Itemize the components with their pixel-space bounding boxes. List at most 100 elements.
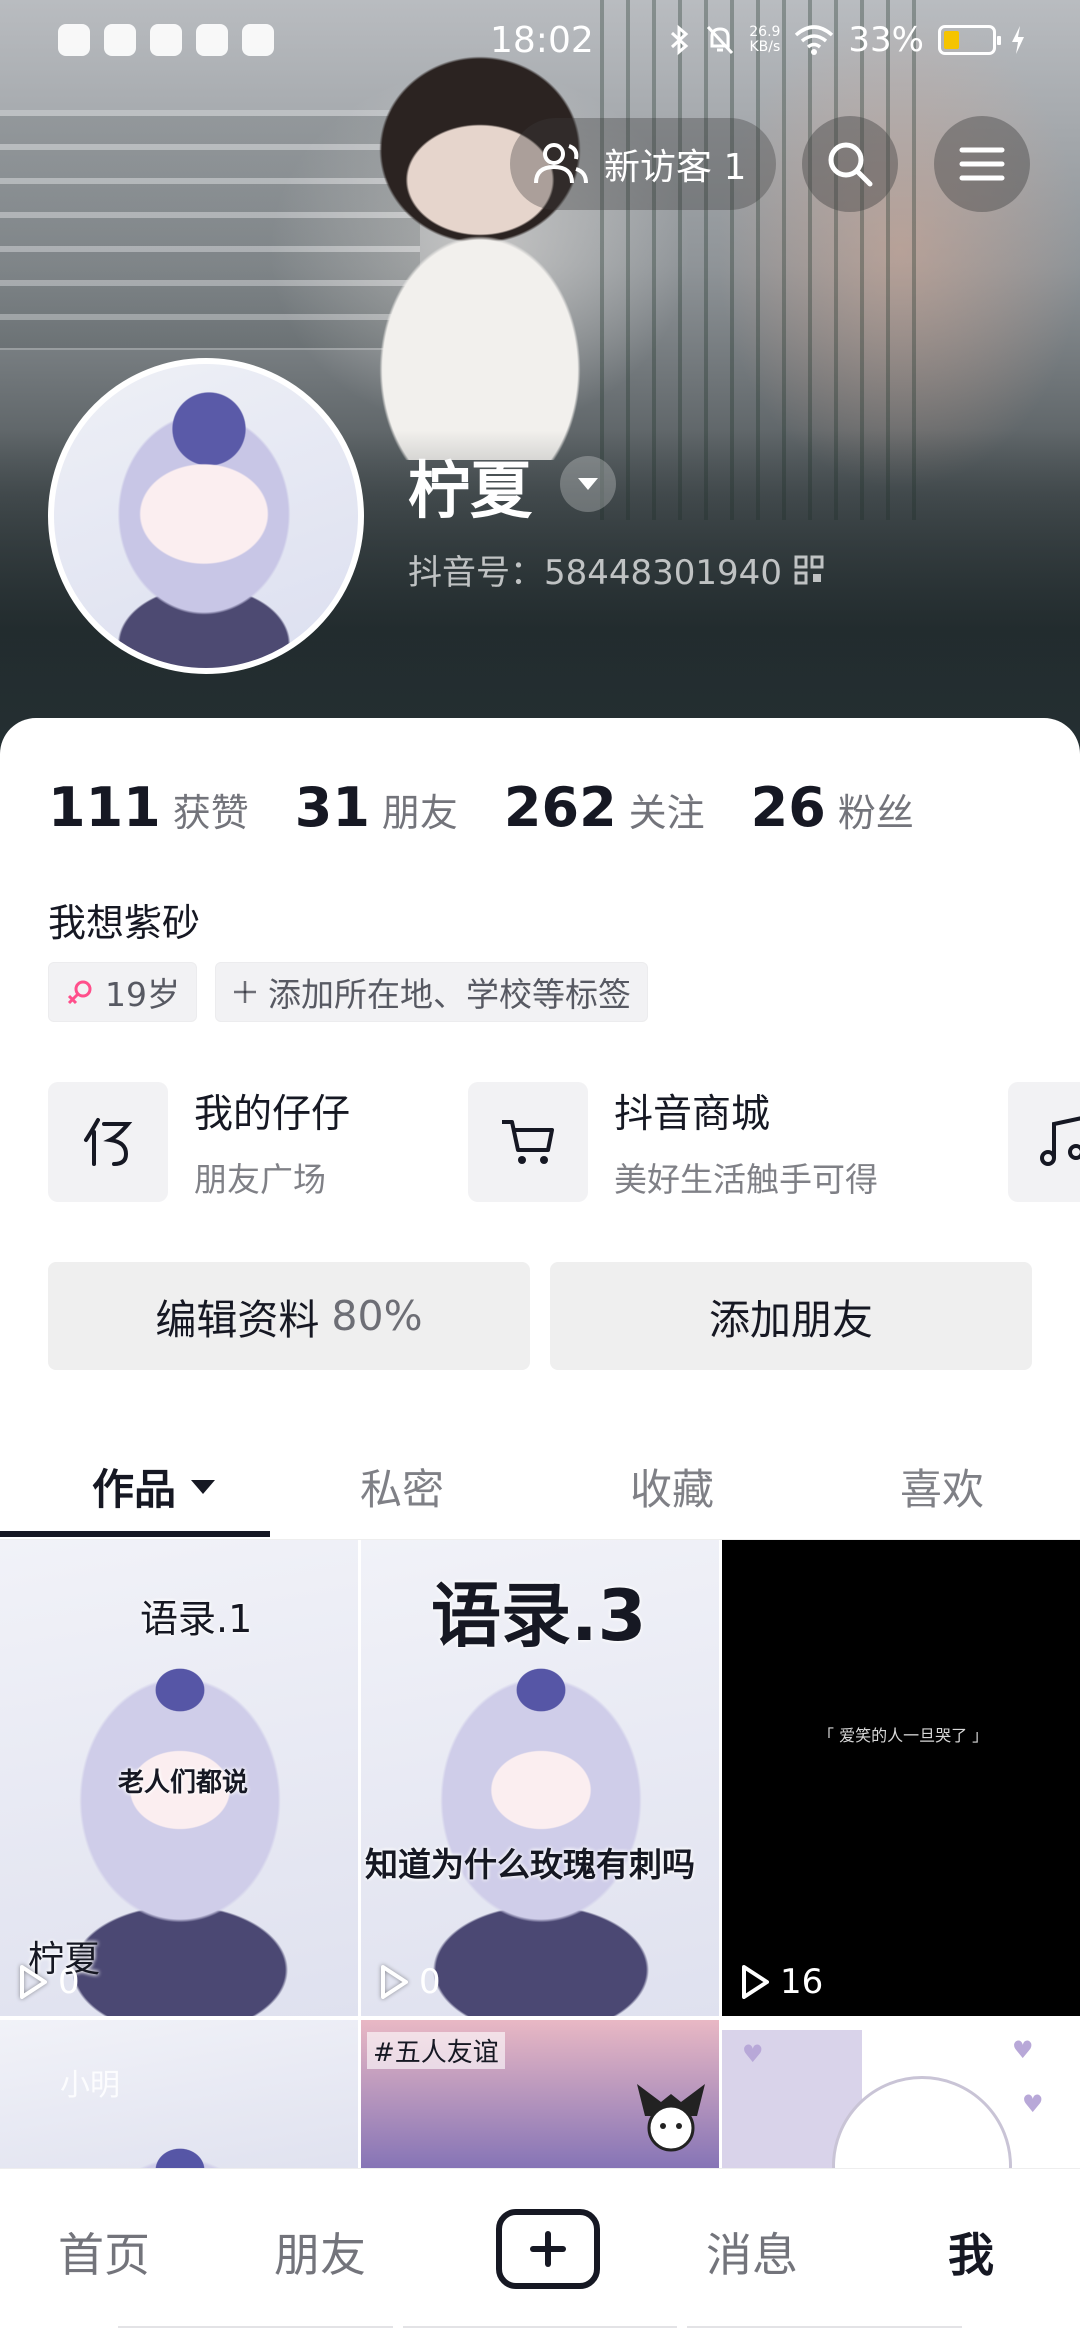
app-notification-icon bbox=[104, 24, 136, 56]
feature-mall-sub: 美好生活触手可得 bbox=[614, 1160, 878, 1199]
stat-likes-count: 111 bbox=[48, 776, 161, 839]
charging-bolt-icon bbox=[1012, 26, 1024, 54]
battery-icon bbox=[938, 25, 1001, 55]
compass-icon bbox=[150, 24, 182, 56]
video-caption: #五人友谊 bbox=[367, 2032, 505, 2069]
plus-icon bbox=[530, 2231, 566, 2267]
status-time: 18:02 bbox=[490, 20, 594, 61]
stat-following-count: 262 bbox=[503, 776, 617, 839]
add-friend-button[interactable]: 添加朋友 bbox=[550, 1262, 1032, 1370]
wifi-icon bbox=[795, 25, 834, 55]
feature-zaizai-sub: 朋友广场 bbox=[194, 1160, 326, 1199]
feature-zaizai-title: 我的仔仔 bbox=[194, 1092, 351, 1137]
stat-followers[interactable]: 26 粉丝 bbox=[751, 776, 914, 839]
feature-mall-title: 抖音商城 bbox=[614, 1092, 771, 1137]
music-note-icon bbox=[1040, 1116, 1080, 1166]
battery-percent: 33% bbox=[848, 20, 924, 60]
notification-icons bbox=[58, 24, 274, 56]
cart-icon bbox=[502, 1120, 554, 1164]
hamburger-menu-icon bbox=[959, 147, 1005, 181]
video-caption: 语录.3 bbox=[431, 1575, 647, 1657]
age-label: 19岁 bbox=[105, 975, 180, 1014]
music-icon-box bbox=[1008, 1082, 1080, 1202]
stat-followers-count: 26 bbox=[750, 776, 826, 839]
plus-icon bbox=[234, 981, 256, 1003]
tab-favorites[interactable]: 收藏 bbox=[630, 1456, 714, 1517]
account-switch-button[interactable] bbox=[560, 456, 616, 512]
new-visitors-button[interactable]: 新访客 1 bbox=[510, 118, 777, 210]
play-count: 0 bbox=[379, 1962, 441, 2002]
play-icon bbox=[381, 1965, 408, 1999]
douyin-id[interactable]: 抖音号：58448301940 bbox=[408, 545, 824, 594]
stats-row: 111 获赞 31 朋友 262 关注 26 粉丝 bbox=[48, 776, 960, 839]
chevron-down-icon bbox=[578, 478, 598, 490]
search-icon bbox=[828, 142, 873, 187]
menu-button[interactable] bbox=[934, 116, 1030, 212]
feature-mall[interactable]: 抖音商城 美好生活触手可得 bbox=[468, 1082, 878, 1202]
content-tabs: 作品 私密 收藏 喜欢 bbox=[0, 1430, 1080, 1540]
stat-likes[interactable]: 111 获赞 bbox=[48, 776, 249, 839]
status-bar: 18:02 26.9 KB/s 33% bbox=[0, 0, 1080, 84]
gesture-bar bbox=[118, 2326, 963, 2334]
sim-icon bbox=[58, 24, 90, 56]
video-grid: 语录.1 老人们都说 柠夏 0 语录.3 知道为什么玫瑰有刺吗 0 「 爱笑的人… bbox=[0, 1540, 1080, 2175]
nav-home[interactable]: 首页 bbox=[58, 2219, 150, 2285]
add-tags-button[interactable]: 添加所在地、学校等标签 bbox=[215, 962, 648, 1022]
add-friend-label: 添加朋友 bbox=[709, 1296, 873, 1344]
qr-code-icon bbox=[794, 555, 824, 584]
avatar[interactable] bbox=[48, 358, 364, 674]
bluetooth-icon bbox=[671, 24, 689, 56]
female-icon bbox=[67, 980, 92, 1005]
profile-tags: 19岁 添加所在地、学校等标签 bbox=[48, 962, 648, 1022]
search-button[interactable] bbox=[802, 116, 898, 212]
video-thumbnail[interactable]: ♥ ♥ ♥ bbox=[722, 2020, 1080, 2175]
gender-age-tag[interactable]: 19岁 bbox=[48, 962, 197, 1022]
stat-likes-label: 获赞 bbox=[172, 791, 249, 835]
profile-completion: 80% bbox=[331, 1292, 423, 1340]
video-thumbnail[interactable]: 小明 bbox=[0, 2020, 358, 2175]
video-thumbnail[interactable]: 语录.1 老人们都说 柠夏 0 bbox=[0, 1540, 358, 2016]
nav-messages[interactable]: 消息 bbox=[706, 2219, 798, 2285]
heart-icon: ♥ bbox=[742, 2040, 764, 2068]
mute-bell-icon bbox=[707, 25, 734, 55]
stat-following-label: 关注 bbox=[628, 791, 705, 835]
video-caption: 语录.1 bbox=[140, 1597, 253, 1641]
stat-followers-label: 粉丝 bbox=[837, 791, 914, 835]
edit-profile-label: 编辑资料 bbox=[155, 1296, 320, 1344]
video-thumbnail[interactable]: #五人友谊 bbox=[361, 2020, 719, 2175]
nav-me[interactable]: 我 bbox=[948, 2219, 994, 2285]
play-count-value: 0 bbox=[58, 1962, 80, 2002]
zaizai-icon-box bbox=[48, 1082, 168, 1202]
play-count-value: 0 bbox=[419, 1962, 441, 2002]
play-icon bbox=[20, 1965, 47, 1999]
cart-icon-box bbox=[468, 1082, 588, 1202]
bio-text[interactable]: 我想紫砂 bbox=[48, 892, 200, 947]
video-thumbnail[interactable]: 「 爱笑的人一旦哭了 」 16 bbox=[722, 1540, 1080, 2016]
nav-friends[interactable]: 朋友 bbox=[274, 2219, 366, 2285]
tab-works[interactable]: 作品 bbox=[92, 1456, 216, 1517]
new-visitors-label: 新访客 1 bbox=[604, 147, 747, 188]
video-subcaption: 老人们都说 bbox=[118, 1768, 249, 1798]
stat-friends[interactable]: 31 朋友 bbox=[295, 776, 458, 839]
tab-likes[interactable]: 喜欢 bbox=[900, 1456, 984, 1517]
heart-icon: ♥ bbox=[1012, 2036, 1034, 2064]
video-subcaption: 知道为什么玫瑰有刺吗 bbox=[365, 1845, 695, 1884]
cover-person bbox=[330, 40, 630, 460]
mail-icon bbox=[242, 24, 274, 56]
stat-friends-count: 31 bbox=[294, 776, 370, 839]
tab-private[interactable]: 私密 bbox=[360, 1456, 444, 1517]
bottom-navigation: 首页 朋友 消息 我 bbox=[0, 2168, 1080, 2340]
mail-icon bbox=[196, 24, 228, 56]
douyin-id-text: 抖音号：58448301940 bbox=[408, 553, 782, 593]
net-speed: 26.9 KB/s bbox=[749, 24, 781, 55]
status-right: 26.9 KB/s 33% bbox=[669, 20, 1026, 60]
play-icon bbox=[742, 1965, 769, 1999]
feature-music[interactable] bbox=[1008, 1082, 1080, 1202]
video-thumbnail[interactable]: 语录.3 知道为什么玫瑰有刺吗 0 bbox=[361, 1540, 719, 2016]
stat-following[interactable]: 262 关注 bbox=[504, 776, 705, 839]
active-tab-indicator bbox=[0, 1531, 270, 1537]
edit-profile-button[interactable]: 编辑资料 80% bbox=[48, 1262, 530, 1370]
create-post-button[interactable] bbox=[496, 2209, 600, 2289]
feature-zaizai[interactable]: 我的仔仔 朋友广场 bbox=[48, 1082, 350, 1202]
play-count: 0 bbox=[18, 1962, 80, 2002]
